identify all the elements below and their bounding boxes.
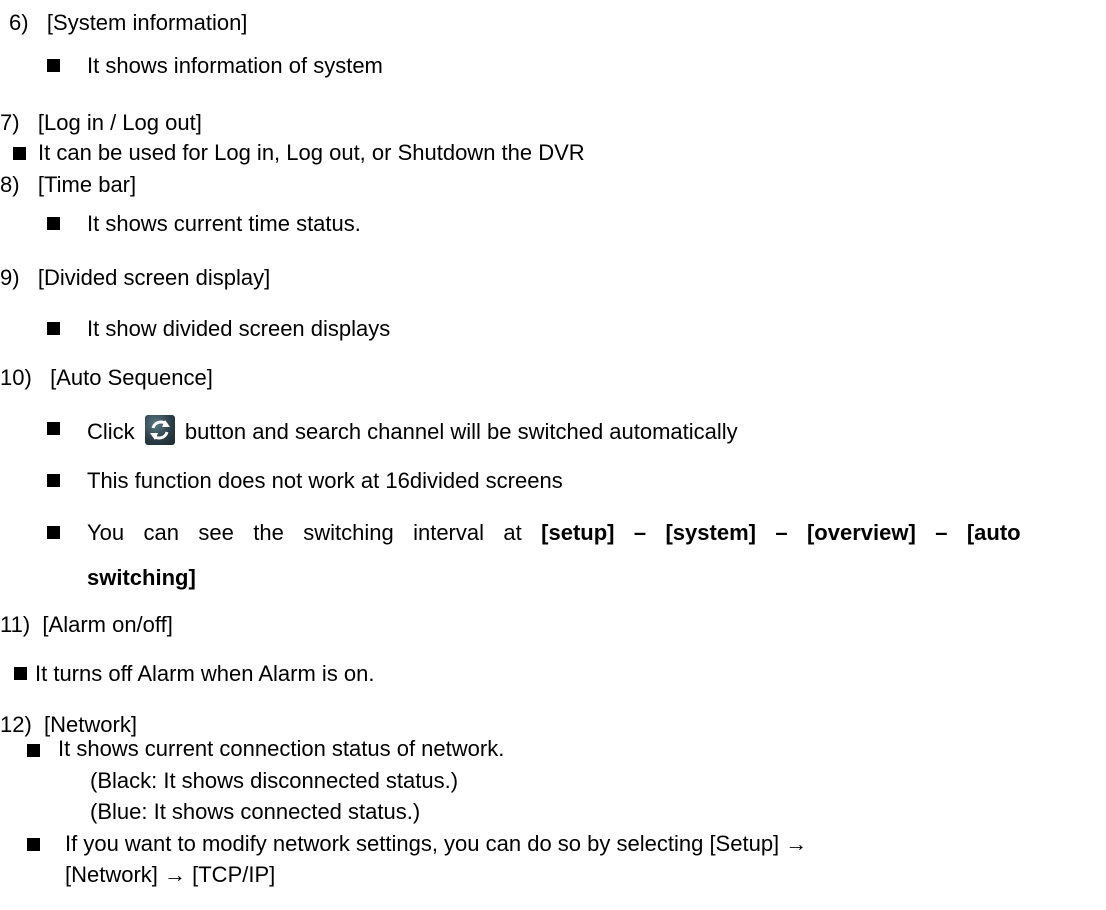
menu-path-bold: [setup] – [system] – [overview] – [auto (541, 520, 1021, 545)
item-7-heading: 7) [Log in / Log out] (0, 110, 202, 136)
item-12-heading: 12) [Network] (0, 712, 137, 738)
item-12-bullet-1: It shows current connection status of ne… (58, 736, 505, 761)
item-number: 7) (0, 110, 20, 135)
item-10-heading: 10) [Auto Sequence] (0, 365, 213, 391)
item-11-heading: 11) [Alarm on/off] (0, 612, 173, 638)
item-10-bullet-1: Click button and search channel will be … (87, 415, 738, 445)
bullet-icon (47, 322, 60, 335)
item-12-sub-2: (Blue: It shows connected status.) (90, 799, 421, 824)
bullet-text-pre: You can see the switching interval at (87, 520, 522, 545)
refresh-icon[interactable] (144, 415, 175, 445)
item-title: [Auto Sequence] (50, 365, 213, 390)
item-6-heading: 6) [System information] (9, 10, 247, 36)
item-12-bullet-2-line-1: If you want to modify network settings, … (65, 831, 808, 856)
bullet-icon (47, 59, 60, 72)
item-11-bullet: It turns off Alarm when Alarm is on. (35, 661, 375, 686)
bullet-icon (27, 744, 40, 757)
item-number: 10) (0, 365, 32, 390)
bullet-text-pre: Click (87, 419, 135, 444)
item-10-bullet-3-line-1: You can see the switching interval at [s… (87, 520, 1021, 546)
item-title: [Alarm on/off] (42, 612, 173, 637)
item-title: [Network] (44, 712, 137, 737)
item-title: [System information] (46, 10, 248, 35)
bullet-icon (27, 838, 40, 851)
menu-path-bold-cont: switching] (87, 565, 196, 590)
item-9-bullet: It show divided screen displays (87, 316, 391, 341)
bullet-icon (47, 474, 60, 487)
item-8-bullet: It shows current time status. (87, 211, 361, 236)
bullet-text-post: button and search channel will be switch… (184, 419, 738, 444)
bullet-icon (47, 217, 60, 230)
item-8-heading: 8) [Time bar] (0, 172, 136, 198)
item-6-bullet: It shows information of system (87, 53, 383, 78)
item-number: 11) (0, 612, 31, 637)
item-10-bullet-3-line-2: switching] (87, 565, 196, 591)
item-title: [Divided screen display] (37, 265, 271, 290)
item-9-heading: 9) [Divided screen display] (0, 265, 270, 291)
bullet-icon (47, 422, 60, 435)
item-number: 12) (0, 712, 32, 737)
bullet-icon (13, 147, 26, 160)
item-10-bullet-2: This function does not work at 16divided… (87, 468, 563, 493)
bullet-icon (14, 667, 27, 680)
item-number: 6) (9, 10, 29, 35)
item-number: 9) (0, 265, 20, 290)
item-title: [Log in / Log out] (37, 110, 202, 135)
item-7-bullet: It can be used for Log in, Log out, or S… (38, 140, 585, 165)
item-title: [Time bar] (37, 172, 137, 197)
item-number: 8) (0, 172, 20, 197)
item-12-bullet-2-line-2: [Network] → [TCP/IP] (65, 862, 276, 887)
bullet-icon (47, 526, 60, 539)
item-12-sub-1: (Black: It shows disconnected status.) (90, 768, 459, 793)
